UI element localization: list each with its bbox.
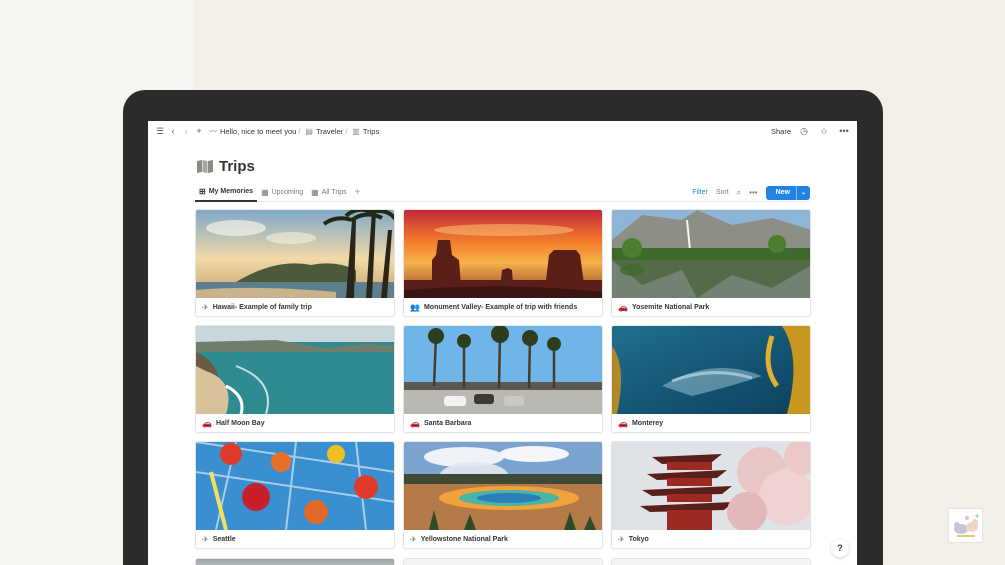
more-icon[interactable]: •••	[749, 188, 757, 197]
car-icon: 🚗	[618, 303, 628, 312]
breadcrumb-item[interactable]: 〰 Hello, nice to meet you	[209, 126, 296, 137]
breadcrumb-separator: /	[298, 126, 301, 136]
car-icon: 🚗	[202, 419, 212, 428]
chevron-down-icon[interactable]: ⌄	[795, 185, 810, 200]
view-actions: Filter Sort ⌕ ••• New ⌄	[692, 185, 810, 200]
gallery-partial-row	[195, 558, 811, 565]
map-icon	[197, 160, 213, 173]
card-title: 👥 Monument Valley- Example of trip with …	[404, 298, 602, 316]
brand-logo	[948, 508, 983, 543]
tab-label: My Memories	[208, 188, 254, 195]
star-icon[interactable]: ☆	[818, 125, 830, 137]
card-title-text: Half Moon Bay	[215, 420, 265, 427]
card-title-text: Santa Barbara	[423, 420, 472, 427]
card-title-text: Monument Valley- Example of trip with fr…	[423, 304, 578, 311]
wave-icon: 〰	[209, 126, 217, 136]
card-title-text: Monterey	[631, 420, 664, 427]
animals-illustration-icon	[953, 514, 978, 537]
sort-button[interactable]: Sort	[716, 189, 729, 196]
gallery-card[interactable]: 🚗 Half Moon Bay	[195, 325, 395, 433]
breadcrumb-item[interactable]: ▥ Trips	[352, 127, 379, 136]
back-arrow-icon[interactable]: ‹	[167, 125, 179, 137]
view-tabs: ⊞ My Memories ▦ Upcoming ▦ All Trips + F…	[195, 184, 810, 202]
top-bar: ☰ ‹ › + 〰 Hello, nice to meet you / ▤ Tr…	[148, 121, 857, 141]
card-title-text: Hawaii- Example of family trip	[212, 304, 312, 311]
people-icon: 👥	[410, 303, 420, 312]
breadcrumb-separator: /	[345, 126, 348, 136]
gallery-card[interactable]: 🚗 Santa Barbara	[403, 325, 603, 433]
tab-label: Upcoming	[271, 189, 304, 196]
airplane-icon: ✈	[202, 535, 209, 544]
airplane-icon: ✈	[202, 303, 209, 312]
car-icon: 🚗	[618, 419, 628, 428]
gallery: ✈ Hawaii- Example of family trip 👥 Monum…	[195, 209, 811, 549]
forward-arrow-icon[interactable]: ›	[180, 125, 192, 137]
tab-label: All Trips	[321, 189, 347, 196]
card-title-text: Tokyo	[628, 536, 649, 543]
page-icon: ▤	[305, 126, 313, 136]
cover-image	[196, 210, 394, 298]
help-button[interactable]: ?	[831, 539, 849, 557]
gallery-card-partial[interactable]	[611, 558, 811, 565]
cover-image	[404, 210, 602, 298]
top-bar-actions: Share ◷ ☆ •••	[771, 125, 851, 137]
gallery-card[interactable]: 👥 Monument Valley- Example of trip with …	[403, 209, 603, 317]
breadcrumb-label: Traveler	[315, 126, 344, 136]
table-icon: ▦	[311, 188, 319, 197]
add-view-button[interactable]: +	[351, 187, 365, 198]
airplane-icon: ✈	[618, 535, 625, 544]
gallery-card[interactable]: ✈ Yellowstone National Park	[403, 441, 603, 549]
new-button[interactable]: New ⌄	[765, 185, 810, 200]
page-title: Trips	[219, 158, 255, 175]
cover-image	[612, 326, 810, 414]
cover-image	[196, 442, 394, 530]
car-icon: 🚗	[410, 419, 420, 428]
card-title-text: Seattle	[212, 536, 236, 543]
card-title: ✈ Hawaii- Example of family trip	[196, 298, 394, 316]
gallery-card-partial[interactable]	[195, 558, 395, 565]
tab-my-memories[interactable]: ⊞ My Memories	[195, 184, 258, 202]
page-header: Trips	[197, 158, 255, 175]
breadcrumb-item[interactable]: ▤ Traveler	[305, 127, 343, 136]
map-icon: ▥	[352, 126, 360, 136]
cover-image	[612, 210, 810, 298]
more-icon[interactable]: •••	[838, 125, 850, 137]
filter-button[interactable]: Filter	[692, 189, 708, 196]
tab-all-trips[interactable]: ▦ All Trips	[307, 184, 350, 202]
cover-image	[404, 326, 602, 414]
card-title-text: Yellowstone National Park	[420, 536, 508, 543]
menu-icon[interactable]: ☰	[154, 125, 166, 137]
card-title: 🚗 Santa Barbara	[404, 414, 602, 432]
table-icon: ▦	[261, 188, 269, 197]
cover-image	[404, 442, 602, 530]
card-title: 🚗 Yosemite National Park	[612, 298, 810, 316]
clock-icon[interactable]: ◷	[798, 125, 810, 137]
tab-upcoming[interactable]: ▦ Upcoming	[257, 184, 307, 202]
gallery-card[interactable]: ✈ Tokyo	[611, 441, 811, 549]
gallery-card-partial[interactable]	[403, 558, 603, 565]
card-title: ✈ Tokyo	[612, 530, 810, 548]
gallery-card[interactable]: 🚗 Monterey	[611, 325, 811, 433]
card-title: ✈ Seattle	[196, 530, 394, 548]
card-title: 🚗 Half Moon Bay	[196, 414, 394, 432]
search-icon[interactable]: ⌕	[737, 188, 741, 198]
airplane-icon: ✈	[410, 535, 417, 544]
breadcrumb-label: Trips	[362, 126, 380, 136]
gallery-card[interactable]: ✈ Hawaii- Example of family trip	[195, 209, 395, 317]
share-button[interactable]: Share	[771, 127, 791, 136]
card-title-text: Yosemite National Park	[631, 304, 710, 311]
breadcrumb-label: Hello, nice to meet you	[220, 126, 297, 136]
gallery-icon: ⊞	[199, 187, 206, 196]
card-title: 🚗 Monterey	[612, 414, 810, 432]
card-title: ✈ Yellowstone National Park	[404, 530, 602, 548]
notion-window: ☰ ‹ › + 〰 Hello, nice to meet you / ▤ Tr…	[148, 121, 857, 565]
cover-image	[196, 326, 394, 414]
new-button-label: New	[775, 189, 790, 196]
cover-image	[612, 442, 810, 530]
gallery-card[interactable]: 🚗 Yosemite National Park	[611, 209, 811, 317]
gallery-card[interactable]: ✈ Seattle	[195, 441, 395, 549]
add-page-icon[interactable]: +	[193, 125, 205, 137]
